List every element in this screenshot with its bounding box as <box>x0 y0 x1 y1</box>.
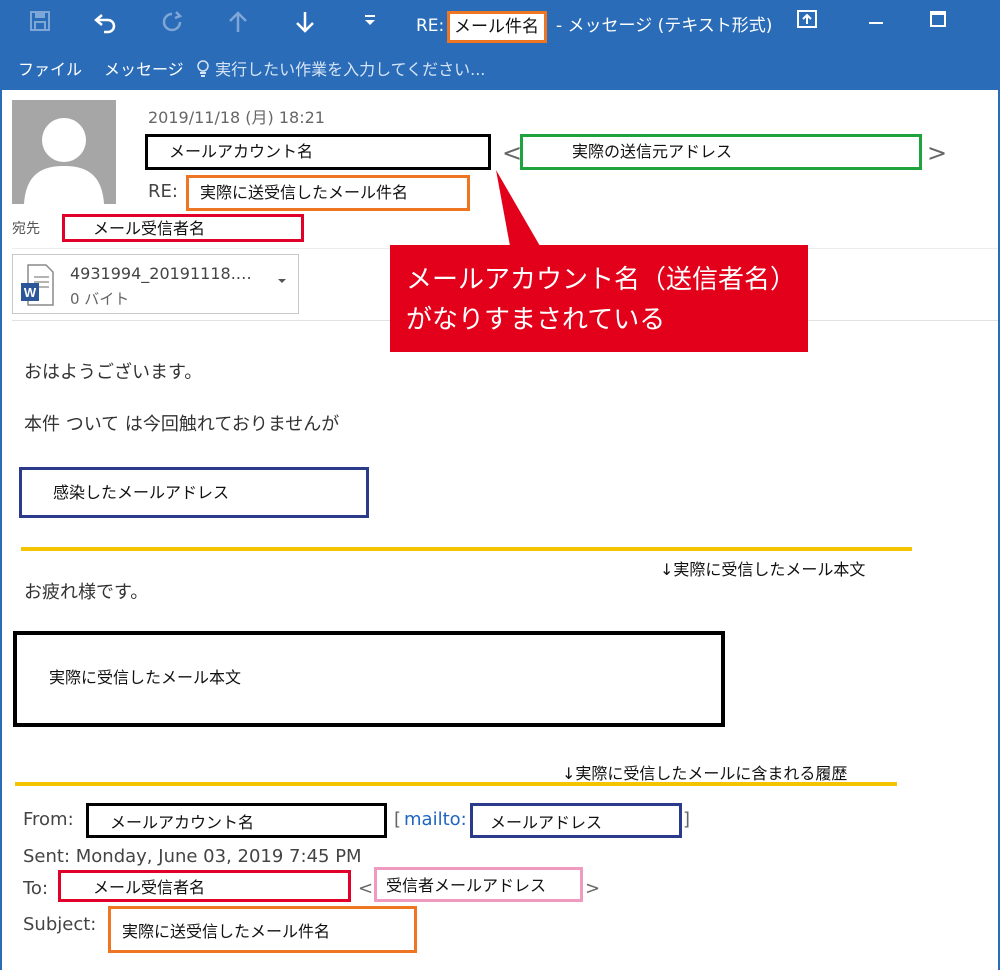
infected-address-box: 感染したメールアドレス <box>19 467 369 518</box>
history-to-name-box: メール受信者名 <box>58 870 351 902</box>
history-to-name-text: メール受信者名 <box>93 878 206 897</box>
history-to-open: < <box>358 878 374 899</box>
ribbon-display-options-icon[interactable] <box>789 8 825 38</box>
note-history-label: ↓実際に受信したメールに含まれる履歴 <box>562 764 848 783</box>
attachment-size: 0 バイト <box>70 290 130 308</box>
svg-text:W: W <box>24 285 37 300</box>
history-from-label: From: <box>23 809 74 830</box>
sender-address-box: 実際の送信元アドレス <box>520 134 922 170</box>
subject-prefix: RE: <box>148 181 178 202</box>
callout-line2: がなりすまされている <box>406 305 666 335</box>
separator-line-1 <box>21 547 912 551</box>
note-body-label: ↓実際に受信したメール本文 <box>660 560 866 579</box>
spoofing-callout: メールアカウント名（送信者名） がなりすまされている <box>390 245 808 352</box>
history-from-address-text: メールアドレス <box>490 813 603 832</box>
tab-message[interactable]: メッセージ <box>104 59 184 81</box>
attachment-name: 4931994_20191118.… <box>70 264 252 283</box>
minimize-icon[interactable] <box>858 8 894 38</box>
message-date: 2019/11/18 (月) 18:21 <box>148 108 325 127</box>
chevron-down-icon[interactable] <box>277 277 287 288</box>
arrow-down-icon[interactable] <box>289 10 321 41</box>
history-from-name-box: メールアカウント名 <box>86 803 387 838</box>
title-suffix: - メッセージ (テキスト形式) <box>556 16 773 36</box>
avatar <box>12 100 116 204</box>
history-to-close: > <box>585 878 601 899</box>
title-subject-text: メール件名 <box>454 17 539 37</box>
to-label: 宛先 <box>12 221 40 237</box>
header-subject-text: 実際に送受信したメール件名 <box>200 183 409 202</box>
history-from-close: ] <box>683 809 691 830</box>
history-subject-label: Subject: <box>23 914 97 935</box>
to-recipient-text: メール受信者名 <box>93 219 206 238</box>
attachment-card[interactable]: W 4931994_20191118.… 0 バイト <box>12 254 299 314</box>
history-to-address-text: 受信者メールアドレス <box>386 876 547 895</box>
lightbulb-icon <box>197 60 209 77</box>
history-to-label: To: <box>23 878 49 899</box>
header-subject-box: 実際に送受信したメール件名 <box>186 175 470 211</box>
maximize-icon[interactable] <box>920 8 956 38</box>
infected-address-text: 感染したメールアドレス <box>53 483 230 502</box>
history-subject-box: 実際に送受信したメール件名 <box>108 906 417 953</box>
body-line2: 本件 ついて は今回触れておりませんが <box>24 414 340 435</box>
history-from-name-text: メールアカウント名 <box>110 813 255 832</box>
sender-name-text: メールアカウント名 <box>169 142 314 161</box>
save-icon[interactable] <box>24 10 56 39</box>
history-sent: Sent: Monday, June 03, 2019 7:45 PM <box>23 846 362 867</box>
title-bar: RE: メール件名 - メッセージ (テキスト形式) <box>0 0 1000 52</box>
tab-file[interactable]: ファイル <box>18 59 82 81</box>
title-subject-box: メール件名 <box>447 11 547 43</box>
history-subject-text: 実際に送受信したメール件名 <box>122 922 331 941</box>
history-to-address-box: 受信者メールアドレス <box>374 867 583 902</box>
to-recipient-box: メール受信者名 <box>62 214 304 242</box>
received-body-text: 実際に受信したメール本文 <box>49 668 242 687</box>
undo-icon[interactable] <box>89 10 121 41</box>
separator-line-2 <box>15 782 897 786</box>
sender-address-text: 実際の送信元アドレス <box>572 142 733 161</box>
window-frame-left <box>0 90 2 970</box>
history-from-address-box: メールアドレス <box>470 803 682 838</box>
body-greeting: おはようございます。 <box>24 362 203 383</box>
sender-close-bracket: > <box>927 139 948 167</box>
redo-icon[interactable] <box>156 10 188 41</box>
callout-line1: メールアカウント名（送信者名） <box>406 265 797 295</box>
arrow-up-icon[interactable] <box>222 10 254 41</box>
received-body-box: 実際に受信したメール本文 <box>13 631 725 727</box>
title-prefix: RE: <box>416 16 445 36</box>
callout-pointer <box>496 170 540 246</box>
tell-me-placeholder: 実行したい作業を入力してください... <box>215 60 486 79</box>
sender-name-box: メールアカウント名 <box>145 134 491 170</box>
history-from-open: [ <box>394 809 402 830</box>
mailto-link[interactable]: mailto: <box>404 809 467 830</box>
word-document-icon: W <box>20 263 54 307</box>
tell-me-search[interactable]: 実行したい作業を入力してください... <box>196 59 485 81</box>
body-thanks: お疲れ様です。 <box>24 582 149 603</box>
dropdown-icon[interactable] <box>354 10 386 36</box>
